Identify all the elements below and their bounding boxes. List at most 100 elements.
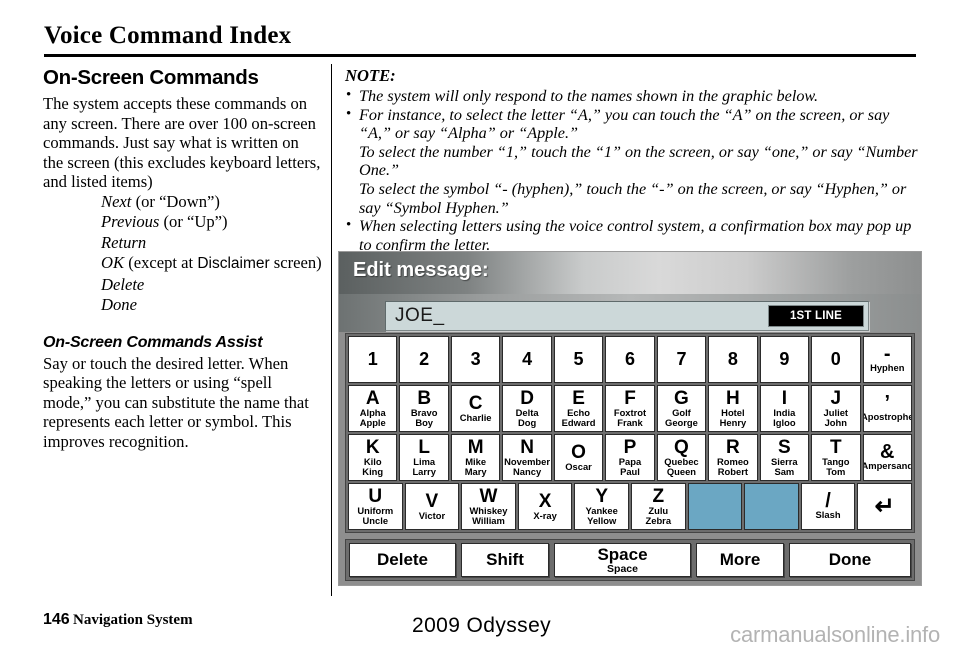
delete-button[interactable]: Delete (349, 543, 456, 577)
key-6[interactable]: 6 (605, 336, 655, 383)
command-alias: (or “Down”) (131, 191, 220, 211)
key-main-label: H (726, 388, 740, 409)
key-f[interactable]: F Foxtrot Frank (605, 385, 655, 432)
key-blank (687, 483, 743, 530)
key-sub-label: Dog (517, 417, 537, 428)
key-sub-label: Uncle (362, 515, 389, 526)
message-text-input[interactable]: JOE_ 1ST LINE (385, 301, 869, 331)
key-k[interactable]: K Kilo King (348, 434, 398, 481)
key-c[interactable]: C Charlie (450, 385, 501, 432)
command-name: OK (101, 253, 125, 272)
key-o[interactable]: O Oscar (553, 434, 604, 481)
key-[interactable]: ’ Apostrophe (862, 385, 912, 432)
bullet-icon: • (346, 217, 352, 234)
key-j[interactable]: J Juliet John (811, 385, 861, 432)
action-button-label: Shift (486, 550, 524, 569)
command-list-item: Next (or “Down”) (101, 192, 323, 213)
key-main-label: 0 (830, 349, 841, 369)
key-[interactable]: / Slash (800, 483, 856, 530)
key-sub-label: King (362, 466, 384, 477)
done-button[interactable]: Done (789, 543, 911, 577)
key-r[interactable]: R Romeo Robert (708, 434, 758, 481)
bullet-icon: • (346, 105, 352, 122)
key-sub-label: Boy (415, 417, 434, 428)
key-sub-label: George (665, 417, 698, 428)
key-v[interactable]: V Victor (404, 483, 460, 530)
key-s[interactable]: S Sierra Sam (759, 434, 810, 481)
action-button-label: Delete (376, 550, 429, 569)
key-sub-label: Apostrophe (862, 411, 912, 422)
command-list-item: Previous (or “Up”) (101, 212, 323, 233)
note-column: NOTE: • The system will only respond to t… (345, 66, 923, 254)
key-u[interactable]: U Uniform Uncle (348, 483, 403, 530)
key-h[interactable]: H Hotel Henry (708, 385, 758, 432)
key-7[interactable]: 7 (656, 336, 707, 383)
key-w[interactable]: W Whiskey William (461, 483, 516, 530)
key-main-label: A (365, 388, 380, 409)
key-main-label: T (830, 437, 842, 458)
key-a[interactable]: A Alpha Apple (348, 385, 398, 432)
space-button[interactable]: Space Space (554, 543, 691, 577)
command-note-suffix: screen) (269, 253, 322, 272)
key-g[interactable]: G Golf George (656, 385, 707, 432)
section-heading-on-screen-commands: On-Screen Commands (43, 66, 259, 89)
key-main-label: G (674, 388, 689, 409)
key-main-label: 7 (676, 349, 687, 369)
key-main-label: K (365, 437, 380, 458)
key-i[interactable]: I India Igloo (759, 385, 810, 432)
keyboard-row: A Alpha Apple B Bravo Boy C Charlie D Delta Dog E Ec… (348, 385, 912, 432)
key-main-label: 2 (419, 349, 430, 369)
command-alias: (or “Up”) (159, 212, 228, 231)
key-enter[interactable]: ↵ (857, 483, 912, 530)
key-q[interactable]: Q Quebec Queen (656, 434, 707, 481)
key-l[interactable]: L Lima Larry (399, 434, 449, 481)
command-name: Delete (101, 274, 145, 294)
key-2[interactable]: 2 (399, 336, 449, 383)
message-text-value: JOE_ (395, 305, 445, 326)
key-sub-label: Hyphen (870, 362, 905, 373)
key-n[interactable]: N November Nancy (502, 434, 552, 481)
key-t[interactable]: T Tango Tom (811, 434, 861, 481)
screen-title: Edit message: (353, 259, 489, 281)
manual-page: Voice Command Index On-Screen Commands T… (0, 0, 960, 655)
key-sub-label: Apple (359, 417, 386, 428)
note-item: • For instance, to select the letter “A,”… (345, 106, 923, 218)
key-1[interactable]: 1 (348, 336, 398, 383)
keyboard-row: U Uniform Uncle V Victor W Whiskey William X X-ra… (348, 483, 912, 530)
key-5[interactable]: 5 (553, 336, 604, 383)
key-main-label: X (538, 491, 552, 512)
key-main-label: 1 (367, 349, 378, 369)
key-sub-label: Slash (815, 509, 841, 520)
key-8[interactable]: 8 (708, 336, 758, 383)
keyboard-action-row[interactable]: Delete Shift Space Space More Done (345, 539, 915, 581)
key-4[interactable]: 4 (502, 336, 552, 383)
key-3[interactable]: 3 (450, 336, 501, 383)
key-b[interactable]: B Bravo Boy (399, 385, 449, 432)
key-sub-label: Oscar (565, 461, 592, 472)
command-list-item: Done (101, 295, 323, 316)
key-d[interactable]: D Delta Dog (502, 385, 552, 432)
key-main-label: M (467, 437, 484, 458)
key-p[interactable]: P Papa Paul (605, 434, 655, 481)
key-m[interactable]: M Mike Mary (450, 434, 501, 481)
more-button[interactable]: More (696, 543, 784, 577)
key-main-label: N (520, 437, 534, 458)
key-9[interactable]: 9 (759, 336, 810, 383)
key-sub-label: William (472, 515, 505, 526)
key-y[interactable]: Y Yankee Yellow (574, 483, 629, 530)
key-[interactable]: - Hyphen (862, 336, 912, 383)
on-screen-keyboard[interactable]: 1 2 3 4 5 6 7 8 9 0- Hyphen A Alpha Apple B Bravo Boy C Ch… (345, 333, 915, 533)
line-indicator-label: 1ST LINE (789, 310, 843, 322)
key-0[interactable]: 0 (811, 336, 861, 383)
key-[interactable]: & Ampersand (862, 434, 912, 481)
intro-paragraph: The system accepts these commands on any… (43, 94, 321, 191)
key-main-label: F (624, 388, 636, 409)
shift-button[interactable]: Shift (461, 543, 549, 577)
key-sub-label: Igloo (773, 417, 796, 428)
enter-arrow-icon: ↵ (874, 492, 895, 520)
key-e[interactable]: E Echo Edward (553, 385, 604, 432)
key-z[interactable]: Z Zulu Zebra (630, 483, 686, 530)
line-indicator-badge[interactable]: 1ST LINE (768, 305, 864, 327)
key-x[interactable]: X X-ray (517, 483, 573, 530)
note-subline: To select the symbol “- (hyphen),” touch… (359, 179, 907, 217)
